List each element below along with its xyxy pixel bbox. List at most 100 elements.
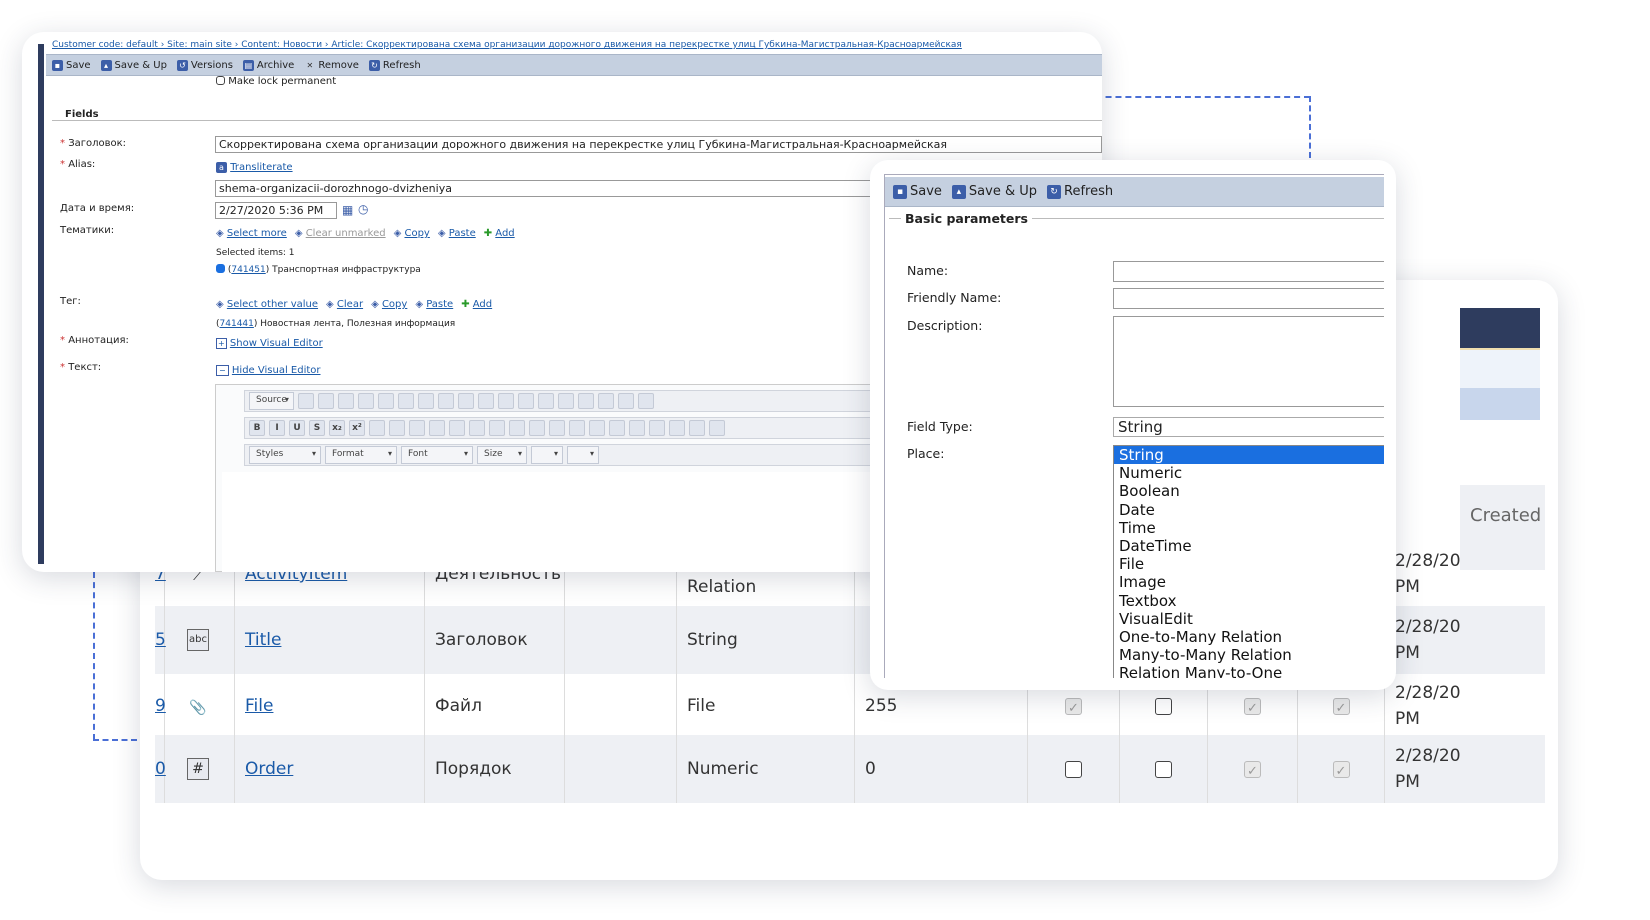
row-checkbox[interactable]	[1155, 760, 1172, 778]
rte-tool-icon[interactable]	[337, 393, 354, 409]
rte-tool-icon[interactable]	[509, 420, 525, 436]
field-type-option[interactable]: Boolean	[1114, 482, 1384, 500]
rte-tool-icon[interactable]	[317, 393, 334, 409]
lock-permanent-row[interactable]: Make lock permanent	[216, 76, 336, 87]
show-visual-editor-link[interactable]: + Show Visual Editor	[216, 338, 323, 349]
rte-format-xx-button[interactable]: x₂	[329, 420, 345, 436]
rte-tool-icon[interactable]	[449, 420, 465, 436]
field-type-select[interactable]: String	[1113, 417, 1384, 437]
hide-visual-editor-link[interactable]: − Hide Visual Editor	[216, 365, 321, 376]
rte-tool-icon[interactable]	[469, 420, 485, 436]
save-button[interactable]: ▪ Save	[52, 59, 91, 71]
rte-tool-icon[interactable]	[617, 393, 634, 409]
rte-color-picker[interactable]	[531, 446, 563, 464]
tag-clear-link[interactable]: ◈ Clear	[326, 299, 363, 310]
field-type-option[interactable]: One-to-Many Relation	[1114, 628, 1384, 646]
tag-add-link[interactable]: ✚ Add	[461, 299, 492, 310]
rte-tool-icon[interactable]	[437, 393, 454, 409]
rte-tool-icon[interactable]	[297, 393, 314, 409]
rte-tool-icon[interactable]	[577, 393, 594, 409]
rte-font-select[interactable]: Font	[401, 446, 473, 464]
breadcrumb[interactable]: Customer code: default › Site: main site…	[52, 40, 962, 50]
rte-tool-icon[interactable]	[429, 420, 445, 436]
field-type-option[interactable]: String	[1114, 446, 1384, 465]
rte-tool-icon[interactable]	[709, 420, 725, 436]
description-textarea[interactable]	[1113, 316, 1384, 407]
rte-tool-icon[interactable]	[609, 420, 625, 436]
row-name[interactable]: Order	[245, 756, 293, 782]
tag-paste-link[interactable]: ◈ Paste	[415, 299, 453, 310]
name-input[interactable]	[1113, 261, 1384, 282]
rte-tool-icon[interactable]	[637, 393, 654, 409]
refresh-button[interactable]: ↻ Refresh	[368, 59, 421, 71]
rte-tool-icon[interactable]	[649, 420, 665, 436]
tag-copy-link[interactable]: ◈ Copy	[371, 299, 407, 310]
clock-icon[interactable]: ◷	[358, 202, 368, 216]
topic-id-link[interactable]: 741451	[231, 265, 265, 275]
transliterate-link[interactable]: a Transliterate	[216, 162, 293, 173]
rte-tool-icon[interactable]	[589, 420, 605, 436]
rte-tool-icon[interactable]	[497, 393, 514, 409]
rte-tool-icon[interactable]	[389, 420, 405, 436]
field-type-option[interactable]: Time	[1114, 519, 1384, 537]
field-type-option[interactable]: Textbox	[1114, 592, 1384, 610]
remove-button[interactable]: ✕ Remove	[304, 60, 358, 71]
rte-tool-icon[interactable]	[629, 420, 645, 436]
rte-format-I-button[interactable]: I	[269, 420, 285, 436]
calendar-icon[interactable]: ▦	[342, 203, 353, 217]
field-type-option[interactable]: Numeric	[1114, 464, 1384, 482]
topics-clear-unmarked-link[interactable]: ◈ Clear unmarked	[295, 228, 386, 239]
rte-source-button[interactable]: Source	[249, 392, 294, 410]
rte-tool-icon[interactable]	[569, 420, 585, 436]
lock-permanent-checkbox[interactable]	[216, 76, 225, 85]
rte-format-U-button[interactable]: U	[289, 420, 305, 436]
rte-tool-icon[interactable]	[369, 420, 385, 436]
rte-tool-icon[interactable]	[457, 393, 474, 409]
field-type-option[interactable]: DateTime	[1114, 537, 1384, 555]
rte-tool-icon[interactable]	[489, 420, 505, 436]
rte-tool-icon[interactable]	[529, 420, 545, 436]
rte-tool-icon[interactable]	[357, 393, 374, 409]
save-up-button[interactable]: ▴ Save & Up	[100, 59, 167, 71]
field-type-option[interactable]: Image	[1114, 573, 1384, 591]
versions-button[interactable]: ↺ Versions	[176, 59, 233, 71]
field-type-option[interactable]: Many-to-Many Relation	[1114, 646, 1384, 664]
rte-format-B-button[interactable]: B	[249, 420, 265, 436]
field-type-option[interactable]: File	[1114, 555, 1384, 573]
rte-tool-icon[interactable]	[417, 393, 434, 409]
rte-tool-icon[interactable]	[549, 420, 565, 436]
title-input[interactable]: Скорректирована схема организации дорожн…	[215, 136, 1102, 153]
row-name[interactable]: Title	[245, 627, 281, 653]
save-up-button[interactable]: ▴ Save & Up	[951, 184, 1037, 199]
rte-tool-icon[interactable]	[397, 393, 414, 409]
save-button[interactable]: ▪ Save	[893, 184, 942, 199]
row-name[interactable]: File	[245, 693, 273, 719]
rte-tool-icon[interactable]	[409, 420, 425, 436]
refresh-button[interactable]: ↻ Refresh	[1047, 184, 1113, 199]
field-type-option[interactable]: Relation Many-to-One	[1114, 664, 1384, 678]
rte-styles-select[interactable]: Styles	[249, 446, 321, 464]
row-checkbox[interactable]	[1065, 760, 1082, 778]
topic-checkbox[interactable]	[216, 264, 225, 273]
rte-tool-icon[interactable]	[669, 420, 685, 436]
field-type-option[interactable]: VisualEdit	[1114, 610, 1384, 628]
rte-tool-icon[interactable]	[477, 393, 494, 409]
rte-tool-icon[interactable]	[689, 420, 705, 436]
field-type-option[interactable]: Date	[1114, 501, 1384, 519]
topics-add-link[interactable]: ✚ Add	[484, 228, 515, 239]
rte-format-xx-button[interactable]: x²	[349, 420, 365, 436]
row-checkbox[interactable]	[1155, 697, 1172, 715]
rte-tool-icon[interactable]	[597, 393, 614, 409]
friendly-name-input[interactable]	[1113, 288, 1384, 309]
rte-format-select[interactable]: Format	[325, 446, 397, 464]
rte-color-picker[interactable]	[567, 446, 599, 464]
table-row[interactable]: 0#OrderПорядокNumeric02/28/20PM	[155, 735, 1545, 803]
archive-button[interactable]: ▤ Archive	[242, 59, 294, 71]
topics-paste-link[interactable]: ◈ Paste	[438, 228, 476, 239]
rte-format-S-button[interactable]: S	[309, 420, 325, 436]
rte-tool-icon[interactable]	[557, 393, 574, 409]
tag-id-link[interactable]: 741441	[220, 319, 254, 329]
topics-copy-link[interactable]: ◈ Copy	[394, 228, 430, 239]
rte-tool-icon[interactable]	[537, 393, 554, 409]
tag-select-other-value-link[interactable]: ◈ Select other value	[216, 299, 318, 310]
